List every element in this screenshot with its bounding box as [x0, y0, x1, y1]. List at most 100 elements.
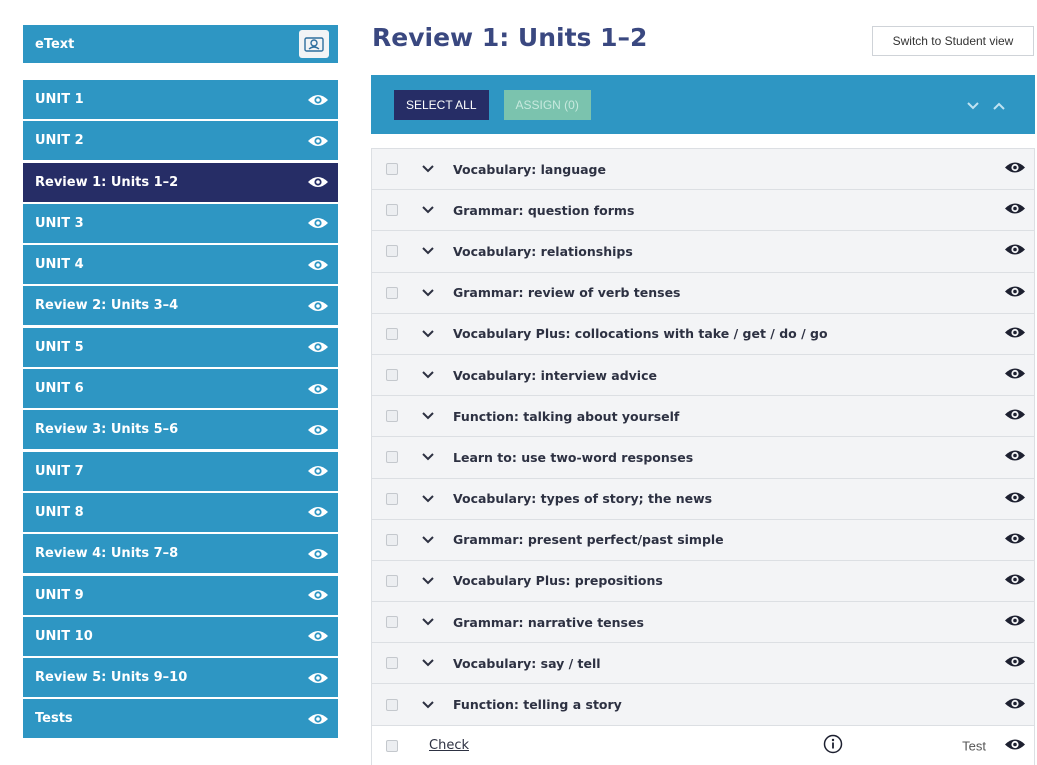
sidebar-item-label: UNIT 10 [35, 628, 93, 644]
sidebar-item[interactable]: UNIT 3 [23, 203, 338, 243]
item-checkbox[interactable] [386, 163, 398, 176]
item-title: Learn to: use two-word responses [453, 449, 694, 465]
chevron-down-icon[interactable] [422, 412, 434, 420]
sidebar-item[interactable]: UNIT 1 [23, 80, 338, 119]
sidebar-item[interactable]: UNIT 8 [23, 492, 338, 532]
chevron-down-icon[interactable] [422, 371, 434, 379]
item-checkbox[interactable] [386, 698, 398, 711]
eye-icon[interactable] [1004, 530, 1026, 549]
sidebar-item[interactable]: UNIT 10 [23, 616, 338, 656]
eye-icon[interactable] [307, 464, 329, 478]
chevron-down-icon[interactable] [422, 494, 434, 503]
list-item: Vocabulary: language [372, 149, 1034, 191]
list-item: Vocabulary: say / tell [372, 643, 1034, 685]
chevron-down-icon[interactable] [422, 577, 434, 585]
sidebar-item[interactable]: UNIT 9 [23, 575, 338, 615]
eye-icon[interactable] [307, 629, 329, 643]
item-title: Vocabulary: interview advice [453, 367, 657, 383]
item-checkbox[interactable] [386, 657, 398, 670]
chevron-down-icon[interactable] [422, 453, 434, 461]
etext-header[interactable]: eText [23, 25, 338, 63]
eye-icon[interactable] [307, 423, 329, 437]
select-all-button[interactable]: SELECT ALL [394, 89, 489, 120]
chevron-down-icon[interactable] [422, 536, 434, 544]
chevron-down-icon[interactable] [422, 330, 434, 338]
item-checkbox[interactable] [386, 574, 398, 587]
chevron-down-icon[interactable] [422, 659, 434, 667]
chevron-down-icon[interactable] [422, 165, 434, 173]
sidebar-item[interactable]: Review 1: Units 1–2 [23, 162, 338, 202]
item-checkbox[interactable] [386, 739, 398, 752]
sidebar-item[interactable]: UNIT 6 [23, 369, 338, 409]
item-checkbox[interactable] [386, 451, 398, 464]
item-checkbox[interactable] [386, 492, 398, 505]
eye-icon[interactable] [307, 712, 329, 726]
eye-icon[interactable] [307, 93, 329, 107]
list-item: Function: telling a story [372, 684, 1034, 726]
eye-icon[interactable] [307, 382, 329, 396]
check-link[interactable]: Check [429, 738, 469, 753]
sidebar-item[interactable]: UNIT 4 [23, 245, 338, 285]
eye-icon[interactable] [1004, 160, 1026, 179]
eye-icon[interactable] [307, 547, 329, 561]
chevron-down-icon[interactable] [422, 247, 434, 255]
sidebar-item[interactable]: Tests [23, 699, 338, 739]
eye-icon[interactable] [307, 588, 329, 602]
eye-icon[interactable] [1004, 242, 1026, 261]
eye-icon[interactable] [1004, 366, 1026, 385]
eye-icon[interactable] [1004, 571, 1026, 590]
eye-icon[interactable] [307, 340, 329, 354]
eye-icon[interactable] [1004, 695, 1026, 714]
eye-icon[interactable] [307, 216, 329, 230]
sidebar-item[interactable]: UNIT 2 [23, 121, 338, 161]
sidebar-items: UNIT 1 UNIT 2 Review 1: Units 1–2 UNIT 3 UNI… [23, 80, 338, 739]
item-checkbox[interactable] [386, 369, 398, 382]
eye-icon[interactable] [1004, 654, 1026, 673]
chevron-down-icon[interactable] [422, 206, 434, 214]
item-checkbox[interactable] [386, 327, 398, 340]
sidebar-item[interactable]: Review 3: Units 5–6 [23, 410, 338, 450]
eye-icon[interactable] [1004, 613, 1026, 632]
sidebar-item[interactable]: Review 4: Units 7–8 [23, 534, 338, 574]
item-checkbox[interactable] [386, 616, 398, 629]
eye-icon[interactable] [307, 175, 329, 189]
chevron-down-icon[interactable] [422, 288, 434, 297]
chevron-down-icon[interactable] [422, 700, 434, 709]
chevron-down-icon[interactable] [967, 95, 979, 114]
item-checkbox[interactable] [386, 245, 398, 258]
chevron-up-icon[interactable] [993, 95, 1005, 114]
list-item: Grammar: narrative tenses [372, 602, 1034, 644]
eye-icon[interactable] [307, 505, 329, 519]
eye-icon[interactable] [1004, 448, 1026, 467]
sidebar-item-label: UNIT 7 [35, 463, 84, 479]
eye-icon[interactable] [307, 671, 329, 685]
item-checkbox[interactable] [386, 204, 398, 217]
assign-button[interactable]: ASSIGN (0) [503, 89, 591, 120]
eye-icon[interactable] [307, 258, 329, 272]
item-checkbox[interactable] [386, 533, 398, 546]
item-checkbox[interactable] [386, 410, 398, 423]
activity-list: Vocabulary: language Grammar: question fo… [371, 148, 1035, 765]
item-checkbox[interactable] [386, 286, 398, 299]
list-item: Vocabulary: relationships [372, 231, 1034, 273]
eye-icon[interactable] [1004, 283, 1026, 302]
eye-icon[interactable] [1004, 489, 1026, 508]
book-reader-icon[interactable] [299, 30, 329, 58]
toolbar: SELECT ALL ASSIGN (0) [371, 75, 1035, 134]
eye-icon[interactable] [1004, 736, 1026, 755]
sidebar-item-label: UNIT 3 [35, 215, 84, 231]
list-item: Vocabulary: interview advice [372, 354, 1034, 397]
eye-icon[interactable] [307, 134, 329, 148]
sidebar-item[interactable]: UNIT 5 [23, 327, 338, 367]
info-icon[interactable] [823, 734, 843, 758]
chevron-down-icon[interactable] [422, 618, 434, 626]
eye-icon[interactable] [1004, 407, 1026, 426]
switch-to-student-view-button[interactable]: Switch to Student view [872, 26, 1034, 56]
eye-icon[interactable] [307, 299, 329, 313]
sidebar-item[interactable]: Review 5: Units 9–10 [23, 658, 338, 698]
eye-icon[interactable] [1004, 324, 1026, 343]
sidebar-item[interactable]: Review 2: Units 3–4 [23, 286, 338, 326]
item-title: Grammar: question forms [453, 202, 635, 218]
sidebar-item[interactable]: UNIT 7 [23, 451, 338, 491]
eye-icon[interactable] [1004, 201, 1026, 220]
